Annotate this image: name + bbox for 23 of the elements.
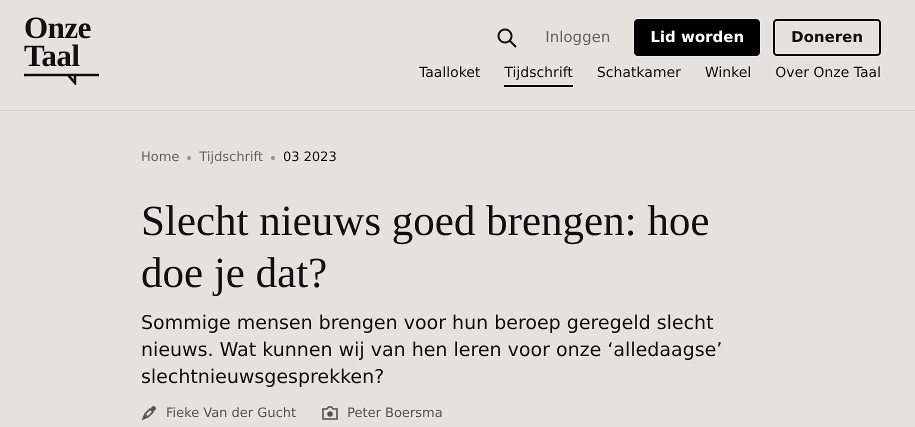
nav-link[interactable]: Taalloket — [418, 63, 480, 87]
article-title: Slecht nieuws goed brengen: hoe doe je dat? — [141, 196, 710, 298]
breadcrumb-link[interactable]: 03 2023 — [282, 148, 337, 168]
search-icon[interactable] — [497, 28, 518, 48]
logo-text[interactable]: Onze — [24, 14, 100, 42]
bullet-separator — [270, 156, 275, 160]
login-link[interactable]: Inloggen — [545, 26, 610, 49]
pen-icon — [141, 405, 157, 422]
credit-name: Fieke Van der Gucht — [166, 404, 296, 422]
camera-icon — [322, 406, 338, 420]
breadcrumb-link[interactable]: Tijdschrift — [199, 148, 263, 168]
nav-link[interactable]: Schatkamer — [596, 63, 681, 87]
nav-link[interactable]: Tijdschrift — [504, 63, 573, 87]
credit-name: Peter Boersma — [347, 404, 443, 422]
become-member-button[interactable]: Lid worden — [634, 19, 760, 56]
logo-text[interactable]: Taal — [24, 42, 100, 70]
speech-bubble-underline-icon — [24, 73, 99, 85]
donate-button[interactable]: Doneren — [773, 19, 881, 56]
breadcrumb-link[interactable]: Home — [141, 148, 180, 168]
article-intro: Sommige mensen brengen voor hun beroep geregeld slecht nieuws. Wat kunnen wij van hen leren voor onze ‘alledaagse’ slechtnieuwsgesprekken? — [141, 310, 724, 390]
nav-link[interactable]: Winkel — [704, 63, 752, 87]
nav-link[interactable]: Over Onze Taal — [775, 63, 881, 87]
bullet-separator — [187, 156, 192, 160]
